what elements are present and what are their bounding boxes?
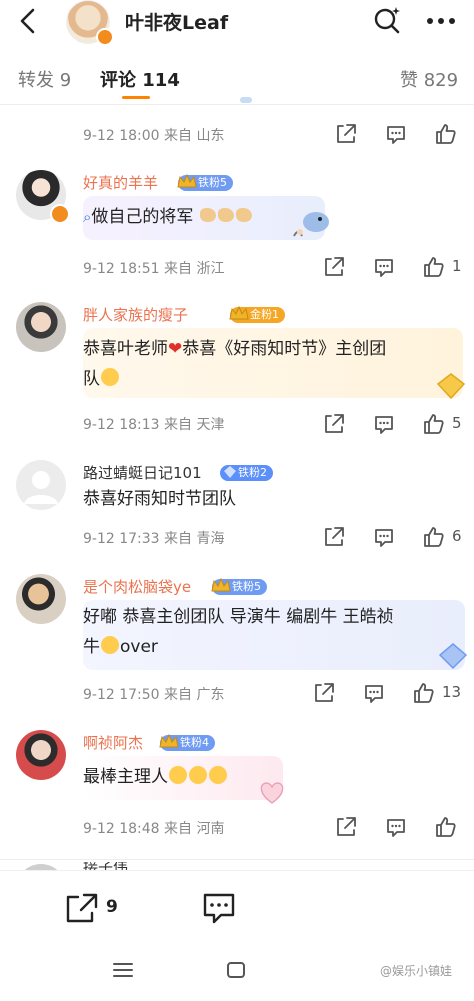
- repost-icon[interactable]: [322, 412, 346, 436]
- like-count: 1: [452, 257, 462, 275]
- comment-icon[interactable]: [362, 681, 386, 705]
- commenter-avatar[interactable]: [16, 730, 66, 780]
- search-sparkle-icon[interactable]: [372, 5, 402, 35]
- like-count: 6: [452, 527, 462, 545]
- fan-badge: 铁粉5: [177, 173, 233, 191]
- crown-icon: [228, 303, 250, 325]
- system-menu-icon[interactable]: [112, 960, 134, 980]
- fan-badge: 铁粉5: [211, 577, 267, 595]
- repost-icon[interactable]: [322, 255, 346, 279]
- diamond-icon: [222, 464, 238, 480]
- divider: [0, 859, 474, 860]
- commenter-avatar[interactable]: [16, 460, 66, 510]
- heart-sticker-icon: [255, 778, 289, 806]
- commenter-avatar[interactable]: [16, 574, 66, 624]
- crown-icon: [176, 171, 198, 193]
- crown-icon: [158, 731, 180, 753]
- comment-icon[interactable]: [372, 525, 396, 549]
- comment-text: 最棒主理人: [83, 762, 228, 792]
- comment-meta: 9-12 18:00 来自 山东: [83, 128, 225, 144]
- like-icon[interactable]: [434, 815, 458, 839]
- comment-text: 恭喜好雨知时节团队: [83, 489, 236, 509]
- comment-icon[interactable]: [201, 891, 237, 925]
- like-icon[interactable]: [434, 122, 458, 146]
- watermark: @娱乐小镇娃: [380, 964, 453, 978]
- tab-comments[interactable]: 评论 114: [100, 66, 180, 92]
- verified-badge-icon: [96, 28, 114, 46]
- like-count: 5: [452, 414, 462, 432]
- default-avatar-icon: [24, 471, 58, 504]
- repost-icon[interactable]: [334, 815, 358, 839]
- commenter-name[interactable]: 好真的羊羊: [83, 172, 158, 193]
- comment-text: 好嘟 恭喜主创团队 导演牛 编剧牛 王皓祯 牛 over: [83, 607, 394, 657]
- fan-badge: 金粉1: [229, 305, 285, 323]
- repost-icon[interactable]: [322, 525, 346, 549]
- like-icon[interactable]: [422, 255, 446, 279]
- top-bar: 叶非夜Leaf: [0, 0, 474, 46]
- repost-icon[interactable]: [334, 122, 358, 146]
- repost-count: 9: [106, 897, 118, 917]
- more-icon[interactable]: [424, 5, 458, 35]
- comment-meta: 9-12 18:48 来自 河南: [83, 821, 225, 837]
- comment-icon[interactable]: [384, 122, 408, 146]
- diamond-sticker-icon: [438, 642, 468, 670]
- bottom-action-bar: 9: [0, 870, 474, 1001]
- comment-icon[interactable]: [372, 255, 396, 279]
- repost-icon[interactable]: [64, 891, 100, 925]
- sticker-image: [290, 206, 332, 242]
- commenter-name[interactable]: 是个肉松脑袋ye: [83, 576, 191, 597]
- comment-meta: 9-12 17:33 来自 青海: [83, 531, 225, 547]
- tab-likes[interactable]: 赞 829: [400, 66, 458, 92]
- commenter-avatar[interactable]: [16, 302, 66, 352]
- image-dot-icon: [240, 97, 252, 103]
- repost-icon[interactable]: [312, 681, 336, 705]
- heart-icon: ❤: [168, 339, 183, 359]
- back-arrow-icon[interactable]: [14, 6, 44, 36]
- active-tab-indicator: [122, 96, 150, 99]
- commenter-name[interactable]: 胖人家族的瘦子: [83, 304, 188, 325]
- comment-meta: 9-12 18:51 来自 浙江: [83, 261, 225, 277]
- comment-text: 恭喜叶老师❤恭喜《好雨知时节》主创团 队: [83, 339, 387, 389]
- comment-meta: 9-12 18:13 来自 天津: [83, 417, 225, 433]
- fan-badge: 铁粉2: [220, 465, 273, 481]
- author-name[interactable]: 叶非夜Leaf: [125, 8, 228, 35]
- comment-icon[interactable]: [384, 815, 408, 839]
- verified-badge-icon: [50, 204, 70, 224]
- like-count: 13: [442, 683, 462, 701]
- comment-meta: 9-12 17:50 来自 广东: [83, 687, 225, 703]
- commenter-name[interactable]: 啊祯阿杰: [83, 732, 143, 753]
- like-icon[interactable]: [422, 525, 446, 549]
- system-home-icon[interactable]: [226, 961, 246, 979]
- like-icon[interactable]: [412, 681, 436, 705]
- comment-icon[interactable]: [372, 412, 396, 436]
- comment-text: ⌕做自己的将军: [83, 202, 253, 232]
- crown-icon: [210, 575, 232, 597]
- like-icon[interactable]: [422, 412, 446, 436]
- diamond-sticker-icon: [436, 372, 466, 400]
- fan-badge: 铁粉4: [159, 733, 215, 751]
- tab-reposts[interactable]: 转发 9: [18, 66, 71, 92]
- tab-bar: 转发 9 评论 114 赞 829: [0, 56, 474, 105]
- commenter-name[interactable]: 路过蜻蜓日记101: [83, 462, 202, 483]
